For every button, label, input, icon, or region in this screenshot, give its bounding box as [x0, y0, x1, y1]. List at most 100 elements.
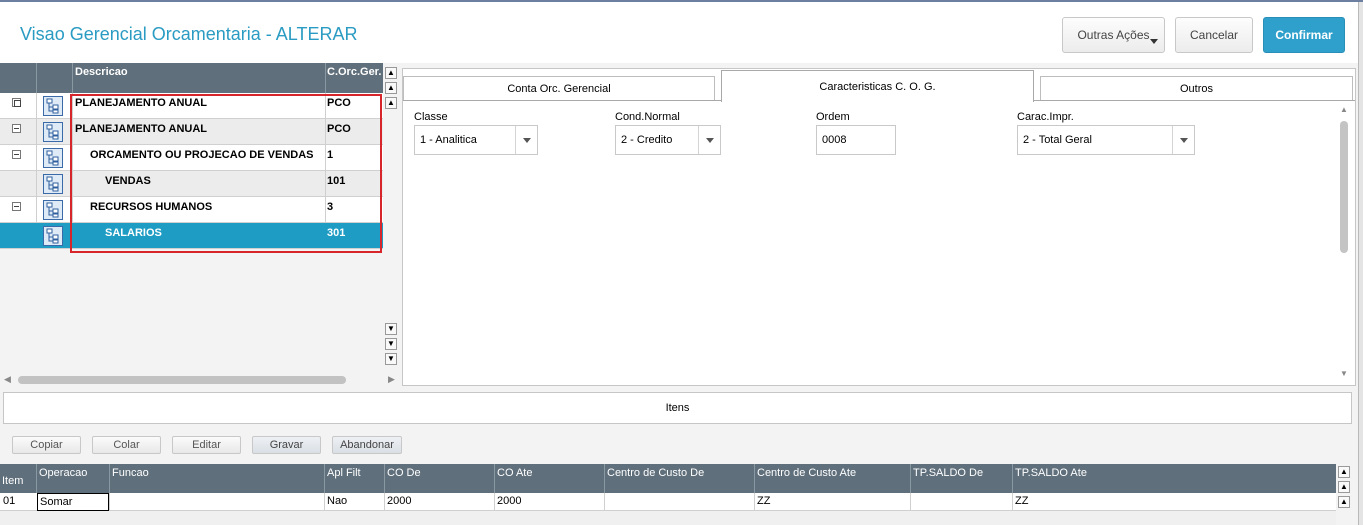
header: Visao Gerencial Orcamentaria - ALTERAR O…	[0, 2, 1363, 63]
confirm-button[interactable]: Confirmar	[1263, 17, 1345, 53]
table-row[interactable]: 01 Somar Nao 2000 2000 ZZ ZZ	[0, 493, 1336, 511]
header-separator	[494, 464, 495, 493]
col-header-tp-saldo-ate[interactable]: TP.SALDO Ate	[1015, 467, 1087, 479]
col-header-descricao[interactable]: Descricao	[75, 66, 128, 78]
tree-horizontal-scrollbar[interactable]: ◀ ▶	[0, 373, 398, 387]
cell-descricao: SALARIOS	[105, 227, 162, 239]
carac-impr-select[interactable]: 2 - Total Geral	[1017, 125, 1195, 155]
header-separator	[604, 464, 605, 493]
col-header-apl-filt[interactable]: Apl Filt	[327, 467, 361, 479]
header-separator	[36, 464, 37, 493]
tab-outros[interactable]: Outros	[1040, 76, 1353, 101]
tree-row[interactable]: PLANEJAMENTO ANUAL PCO	[0, 119, 383, 145]
scroll-down-icon[interactable]: ▼	[1340, 369, 1348, 378]
tab-content: Classe 1 - Analitica Cond.Normal 2 - Cre…	[403, 100, 1355, 385]
cell-descricao: ORCAMENTO OU PROJECAO DE VENDAS	[90, 149, 314, 161]
cell-descricao: PLANEJAMENTO ANUAL	[75, 123, 208, 135]
tree-header: Descricao C.Orc.Ger.	[0, 63, 383, 93]
scroll-page-down-icon[interactable]: ▼	[385, 338, 397, 350]
col-header-tp-saldo-de[interactable]: TP.SALDO De	[913, 467, 983, 479]
header-separator	[36, 63, 37, 93]
scroll-top-icon[interactable]: ▲	[385, 67, 397, 79]
col-header-item[interactable]: Item	[2, 475, 23, 487]
cell-corc: PCO	[327, 97, 351, 109]
scroll-page-up-icon[interactable]: ▲	[1338, 481, 1350, 493]
window-edge	[1358, 2, 1363, 525]
header-separator	[1012, 464, 1013, 493]
tree-vertical-scrollbar[interactable]: ▲ ▲ ▲ ▼ ▼ ▼	[384, 65, 398, 371]
account-tree-icon	[43, 96, 63, 116]
scroll-down-icon[interactable]: ▼	[385, 323, 397, 335]
chevron-down-icon[interactable]	[515, 126, 537, 154]
scroll-top-icon[interactable]: ▲	[1338, 466, 1350, 478]
items-vertical-scrollbar[interactable]: ▲ ▲ ▲	[1337, 464, 1351, 525]
tree-row[interactable]: ORCAMENTO OU PROJECAO DE VENDAS 1	[0, 145, 383, 171]
ordem-input[interactable]: 0008	[816, 125, 896, 155]
details-panel: Conta Orc. Gerencial Caracteristicas C. …	[402, 68, 1356, 386]
chevron-down-icon	[1150, 39, 1158, 44]
scroll-right-icon[interactable]: ▶	[388, 374, 395, 385]
operacao-cell-editor[interactable]: Somar	[37, 493, 109, 511]
scroll-left-icon[interactable]: ◀	[4, 374, 11, 385]
account-tree-icon	[43, 200, 63, 220]
collapse-toggle-icon[interactable]	[12, 150, 21, 159]
collapse-toggle-icon[interactable]	[12, 124, 21, 133]
scroll-thumb[interactable]	[1340, 121, 1348, 253]
scroll-up-icon[interactable]: ▲	[1340, 105, 1348, 114]
tab-caracteristicas[interactable]: Caracteristicas C. O. G.	[721, 70, 1034, 102]
cond-normal-select[interactable]: 2 - Credito	[615, 125, 721, 155]
cell-descricao: RECURSOS HUMANOS	[90, 201, 213, 213]
tree-row[interactable]: VENDAS 101	[0, 171, 383, 197]
scroll-page-up-icon[interactable]: ▲	[385, 82, 397, 94]
col-header-cc-ate[interactable]: Centro de Custo Ate	[757, 467, 856, 479]
carac-impr-label: Carac.Impr.	[1017, 111, 1074, 123]
tree-row[interactable]: RECURSOS HUMANOS 3	[0, 197, 383, 223]
save-button[interactable]: Gravar	[252, 436, 321, 454]
account-tree-icon	[43, 148, 63, 168]
ordem-label: Ordem	[816, 111, 850, 123]
header-separator	[910, 464, 911, 493]
col-header-operacao[interactable]: Operacao	[39, 467, 87, 479]
expand-toggle-icon[interactable]	[12, 98, 21, 107]
cell-separator	[325, 119, 326, 145]
col-header-funcao[interactable]: Funcao	[112, 467, 149, 479]
form-vertical-scrollbar[interactable]: ▲ ▼	[1337, 103, 1351, 381]
classe-select[interactable]: 1 - Analitica	[414, 125, 538, 155]
paste-button[interactable]: Colar	[92, 436, 161, 454]
abandon-button[interactable]: Abandonar	[332, 436, 402, 454]
cond-normal-label: Cond.Normal	[615, 111, 680, 123]
col-header-cc-de[interactable]: Centro de Custo De	[607, 467, 704, 479]
tree-row-selected[interactable]: SALARIOS 301	[0, 223, 383, 249]
cell-corc: 301	[327, 227, 346, 239]
cell-separator	[325, 197, 326, 223]
tab-conta-orc-gerencial[interactable]: Conta Orc. Gerencial	[403, 76, 715, 101]
cell-separator	[325, 93, 326, 119]
scroll-bottom-icon[interactable]: ▼	[385, 353, 397, 365]
scroll-thumb[interactable]	[18, 376, 346, 384]
cell-separator	[72, 93, 73, 119]
header-separator	[754, 464, 755, 493]
cond-normal-value: 2 - Credito	[621, 134, 673, 146]
col-header-co-ate[interactable]: CO Ate	[497, 467, 532, 479]
copy-button[interactable]: Copiar	[12, 436, 81, 454]
items-grid-header: Item Operacao Funcao Apl Filt CO De CO A…	[0, 464, 1336, 493]
cell-separator	[36, 93, 37, 119]
cell-separator	[36, 119, 37, 145]
cancel-button[interactable]: Cancelar	[1175, 17, 1253, 53]
cell-tp-saldo-ate: ZZ	[1015, 495, 1029, 507]
cell-separator	[36, 145, 37, 171]
other-actions-button[interactable]: Outras Ações	[1062, 17, 1165, 53]
col-header-corc[interactable]: C.Orc.Ger.	[327, 66, 383, 78]
edit-button[interactable]: Editar	[172, 436, 241, 454]
chevron-down-icon[interactable]	[698, 126, 720, 154]
scroll-up-icon[interactable]: ▲	[385, 97, 397, 109]
col-header-co-de[interactable]: CO De	[387, 467, 421, 479]
cell-separator	[494, 493, 495, 511]
cell-separator	[109, 493, 110, 511]
account-tree-icon	[43, 226, 63, 246]
cell-corc: 1	[327, 149, 334, 161]
chevron-down-icon[interactable]	[1172, 126, 1194, 154]
scroll-up-icon[interactable]: ▲	[1338, 496, 1350, 508]
tree-row[interactable]: PLANEJAMENTO ANUAL PCO	[0, 93, 383, 119]
collapse-toggle-icon[interactable]	[12, 202, 21, 211]
